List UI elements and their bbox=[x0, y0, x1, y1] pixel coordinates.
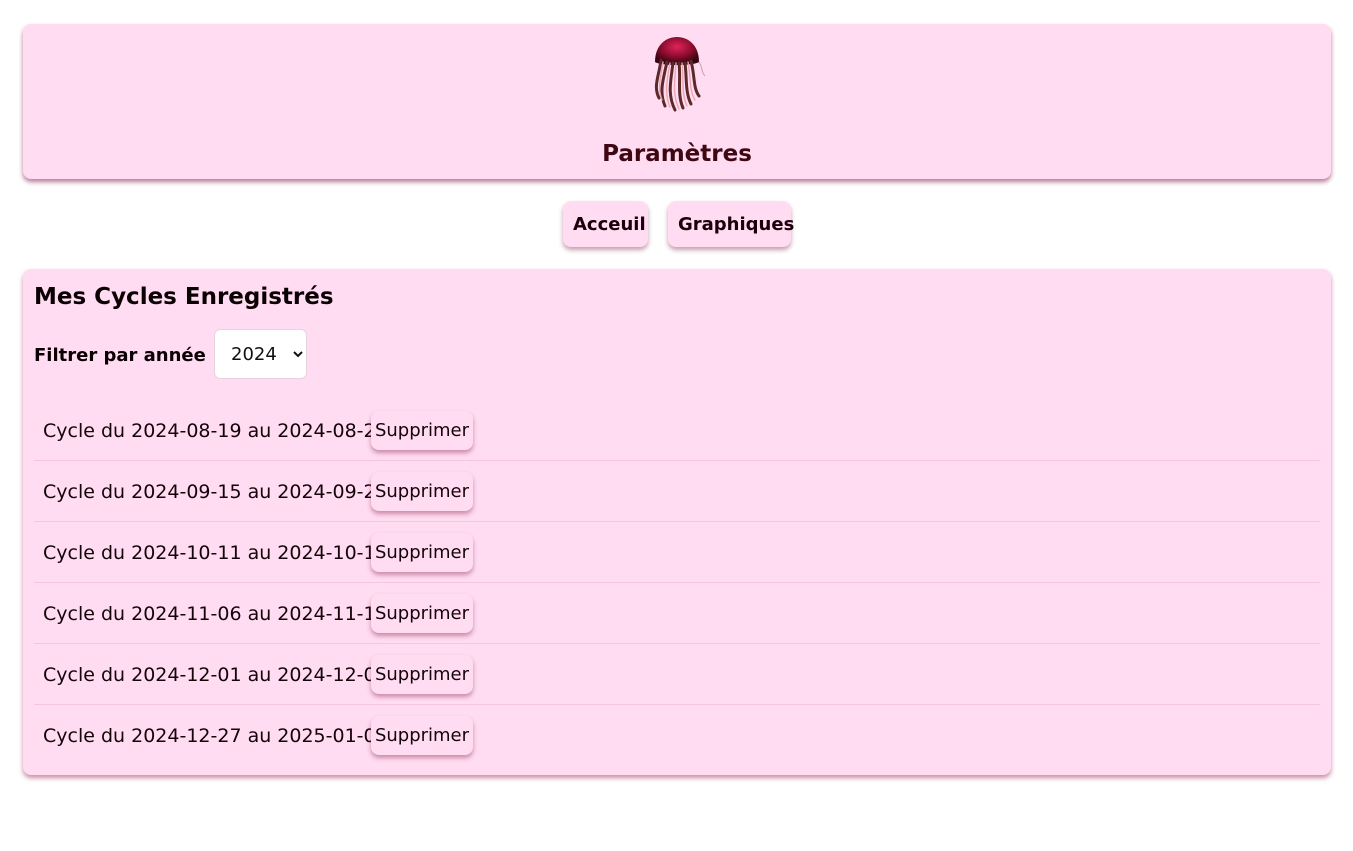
cycle-label: Cycle du 2024-12-27 au 2025-01-03 bbox=[43, 725, 388, 747]
delete-cycle-button[interactable]: Supprimer bbox=[371, 472, 473, 511]
cycle-list-item: Cycle du 2024-08-19 au 2024-08-25 Suppri… bbox=[34, 400, 1320, 461]
year-filter-label: Filtrer par année : bbox=[34, 345, 220, 366]
cycle-list-item: Cycle du 2024-10-11 au 2024-10-17 Suppri… bbox=[34, 522, 1320, 583]
cycle-list-item: Cycle du 2024-09-15 au 2024-09-21 Suppri… bbox=[34, 461, 1320, 522]
delete-cycle-button[interactable]: Supprimer bbox=[371, 594, 473, 633]
page-title: Paramètres bbox=[602, 141, 752, 167]
section-title: Mes Cycles Enregistrés bbox=[34, 284, 334, 310]
cycle-label: Cycle du 2024-11-06 au 2024-11-11 bbox=[43, 603, 388, 625]
charts-nav-button[interactable]: Graphiques bbox=[668, 201, 794, 247]
cycle-list: Cycle du 2024-08-19 au 2024-08-25 Suppri… bbox=[34, 400, 1320, 765]
saved-cycles-card: Mes Cycles Enregistrés Filtrer par année… bbox=[23, 269, 1331, 775]
delete-cycle-button[interactable]: Supprimer bbox=[371, 533, 473, 572]
main-nav: Acceuil Graphiques bbox=[0, 201, 1353, 247]
jellyfish-logo-icon bbox=[654, 37, 705, 112]
cycle-label: Cycle du 2024-12-01 au 2024-12-07 bbox=[43, 664, 388, 686]
delete-cycle-button[interactable]: Supprimer bbox=[371, 716, 473, 755]
year-filter-select[interactable]: 2024 bbox=[214, 329, 307, 379]
cycle-list-item: Cycle du 2024-12-27 au 2025-01-03 Suppri… bbox=[34, 705, 1320, 765]
delete-cycle-button[interactable]: Supprimer bbox=[371, 655, 473, 694]
cycle-label: Cycle du 2024-09-15 au 2024-09-21 bbox=[43, 481, 388, 503]
cycle-label: Cycle du 2024-08-19 au 2024-08-25 bbox=[43, 420, 388, 442]
cycle-label: Cycle du 2024-10-11 au 2024-10-17 bbox=[43, 542, 388, 564]
cycle-list-item: Cycle du 2024-11-06 au 2024-11-11 Suppri… bbox=[34, 583, 1320, 644]
cycle-list-item: Cycle du 2024-12-01 au 2024-12-07 Suppri… bbox=[34, 644, 1320, 705]
home-nav-button[interactable]: Acceuil bbox=[563, 201, 648, 247]
header-card: Paramètres bbox=[23, 24, 1331, 179]
delete-cycle-button[interactable]: Supprimer bbox=[371, 411, 473, 450]
